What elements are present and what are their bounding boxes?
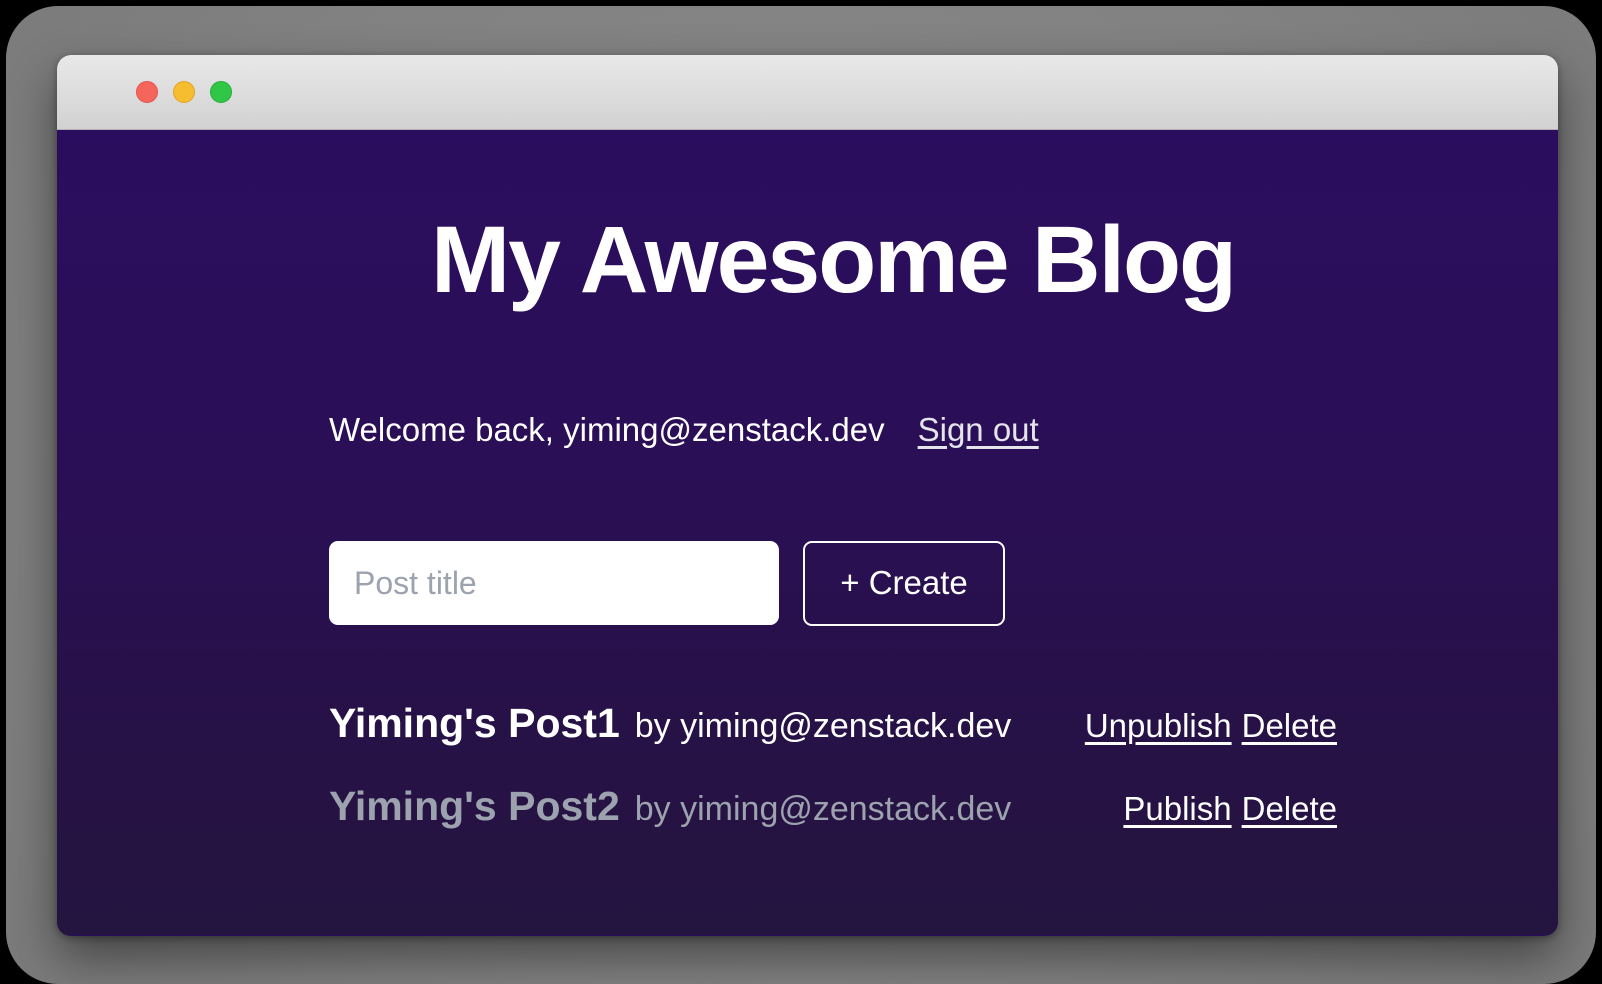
delete-link[interactable]: Delete xyxy=(1242,707,1337,745)
unpublish-link[interactable]: Unpublish xyxy=(1085,707,1232,745)
page-title: My Awesome Blog xyxy=(329,130,1337,313)
minimize-button[interactable] xyxy=(173,81,195,103)
post-title-text: Yiming's Post1 xyxy=(329,700,620,747)
post-info: Yiming's Post1 by yiming@zenstack.dev xyxy=(329,700,1011,747)
post-info: Yiming's Post2 by yiming@zenstack.dev xyxy=(329,783,1011,830)
post-composer: + Create xyxy=(329,541,1337,626)
post-actions: Unpublish Delete xyxy=(1085,707,1337,745)
post-title-input[interactable] xyxy=(329,541,779,625)
post-byline-text: by yiming@zenstack.dev xyxy=(635,707,1012,746)
post-byline-text: by yiming@zenstack.dev xyxy=(635,790,1012,829)
post-actions: Publish Delete xyxy=(1123,790,1337,828)
create-post-button[interactable]: + Create xyxy=(803,541,1005,626)
app-window: My Awesome Blog Welcome back, yiming@zen… xyxy=(57,55,1558,936)
sign-out-link[interactable]: Sign out xyxy=(918,411,1039,449)
welcome-row: Welcome back, yiming@zenstack.dev Sign o… xyxy=(329,411,1337,449)
welcome-text: Welcome back, yiming@zenstack.dev xyxy=(329,411,885,449)
publish-link[interactable]: Publish xyxy=(1123,790,1231,828)
zoom-button[interactable] xyxy=(210,81,232,103)
post-list: Yiming's Post1 by yiming@zenstack.dev Un… xyxy=(329,700,1337,830)
post-title-text: Yiming's Post2 xyxy=(329,783,620,830)
window-controls xyxy=(136,81,232,103)
close-button[interactable] xyxy=(136,81,158,103)
delete-link[interactable]: Delete xyxy=(1242,790,1337,828)
desktop-background: My Awesome Blog Welcome back, yiming@zen… xyxy=(6,6,1596,984)
post-row-draft: Yiming's Post2 by yiming@zenstack.dev Pu… xyxy=(329,783,1337,830)
page-content: My Awesome Blog Welcome back, yiming@zen… xyxy=(57,130,1558,935)
window-titlebar[interactable] xyxy=(57,55,1558,130)
post-row-published: Yiming's Post1 by yiming@zenstack.dev Un… xyxy=(329,700,1337,747)
